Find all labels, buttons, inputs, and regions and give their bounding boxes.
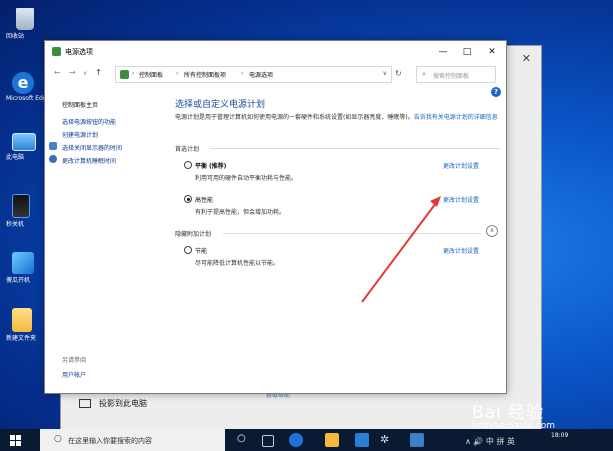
plan-desc-high-performance: 有利于提高性能，但会增加功耗。 — [195, 209, 286, 216]
learn-more-link[interactable]: 告诉我有关电源计划的详细信息 — [414, 114, 498, 121]
watermark-brand: Bai 经验 — [472, 403, 545, 423]
back-arrow-icon[interactable]: ← — [54, 68, 61, 77]
plan-name-power-saver: 节能 — [195, 248, 208, 255]
up-arrow-icon[interactable]: ↑ — [95, 68, 102, 77]
desktop-icon-label: 傻瓜开机 — [6, 277, 31, 284]
desktop-icon-app[interactable]: 傻瓜开机 — [6, 252, 46, 284]
file-explorer-icon[interactable] — [325, 433, 339, 447]
plan-radio-high-performance[interactable] — [184, 195, 192, 203]
user-accounts-link[interactable]: 用户帐户 — [62, 370, 86, 379]
page-title: 选择或自定义电源计划 — [175, 100, 266, 110]
search-icon: ⌕ — [422, 70, 426, 78]
close-button[interactable]: ✕ — [480, 45, 504, 59]
change-plan-settings-link[interactable]: 更改计划设置 — [443, 195, 479, 204]
close-icon[interactable]: ✕ — [522, 52, 531, 65]
see-also-heading: 另请参阅 — [62, 357, 87, 364]
edge-icon[interactable] — [289, 433, 303, 447]
moon-icon — [49, 155, 57, 163]
desktop-icon-label: 秒关机 — [6, 221, 25, 228]
desktop-icon-label: 新建文件夹 — [6, 335, 37, 342]
project-to-pc-label: 投影到此电脑 — [99, 399, 147, 408]
watermark: Bai 经验 jingyan.baidu.com — [472, 398, 555, 431]
sidebar: 控制面板主页 选择电源按钮的功能 创建电源计划 选择关闭显示器的时间 更改计算机… — [45, 85, 165, 393]
sidebar-item-home[interactable]: 控制面板主页 — [62, 100, 98, 109]
address-bar: ← → ∨ ↑ › 控制面板 › 所有控制面板项 › 电源选项 ∨ ↻ ⌕ 搜索… — [45, 63, 506, 85]
description-text: 电源计划是用于管理计算机如何使用电源的一套硬件和系统设置(如显示器亮度、睡眠等)… — [175, 114, 414, 121]
breadcrumb-item[interactable]: 电源选项 — [249, 70, 273, 79]
sidebar-item-power-button[interactable]: 选择电源按钮的功能 — [62, 117, 116, 126]
change-plan-settings-link[interactable]: 更改计划设置 — [443, 246, 479, 255]
desktop-icon-folder[interactable]: 新建文件夹 — [6, 308, 46, 342]
project-to-pc-item[interactable]: 投影到此电脑 — [79, 398, 147, 409]
desktop-icon-label: 此电脑 — [6, 154, 25, 161]
power-options-icon — [52, 47, 61, 56]
search-placeholder: 搜索控制面板 — [433, 73, 470, 80]
folder-icon — [12, 308, 32, 332]
refresh-icon[interactable]: ↻ — [395, 69, 402, 78]
maximize-button[interactable]: □ — [455, 45, 479, 59]
breadcrumb-item[interactable]: 所有控制面板项 — [184, 70, 226, 79]
system-tray[interactable]: ∧ 🔊 中 拼 英 — [465, 436, 515, 447]
chevron-down-icon[interactable]: ∨ — [383, 70, 387, 77]
divider — [223, 233, 481, 234]
search-icon: ○ — [54, 434, 62, 444]
desktop-icon-edge[interactable]: e Microsoft Edge — [6, 72, 46, 102]
desktop-icon-recycle-bin[interactable]: 回收站 — [6, 8, 46, 40]
change-plan-settings-link[interactable]: 更改计划设置 — [443, 161, 479, 170]
preferred-plans-heading: 首选计划 — [175, 146, 200, 153]
task-view-icon[interactable] — [262, 435, 274, 447]
monitor-icon — [79, 399, 91, 408]
sidebar-item-sleep[interactable]: 更改计算机睡眠时间 — [62, 156, 116, 165]
app-icon — [12, 252, 34, 274]
plan-radio-power-saver[interactable] — [184, 246, 192, 254]
title-bar[interactable]: 电源选项 — □ ✕ — [45, 41, 506, 63]
divider — [210, 148, 500, 149]
windows-start-icon[interactable] — [10, 435, 21, 446]
help-icon[interactable]: ? — [491, 87, 501, 97]
plan-name-balanced: 平衡 (推荐) — [195, 163, 227, 170]
gear-icon[interactable]: ✲ — [380, 433, 394, 447]
page-description: 电源计划是用于管理计算机如何使用电源的一套硬件和系统设置(如显示器亮度、睡眠等)… — [175, 113, 505, 122]
plan-name-high-performance: 高性能 — [195, 197, 214, 204]
control-panel-icon — [120, 70, 129, 79]
pc-icon — [12, 133, 36, 151]
sidebar-item-display-off[interactable]: 选择关闭显示器的时间 — [62, 143, 122, 152]
app-icon — [12, 194, 30, 218]
edge-icon: e — [12, 72, 34, 94]
plan-desc-balanced: 利用可用的硬件自动平衡功耗与性能。 — [195, 175, 298, 182]
plan-desc-power-saver: 尽可能降低计算机性能以节能。 — [195, 260, 280, 267]
sidebar-item-create-plan[interactable]: 创建电源计划 — [62, 130, 98, 139]
taskbar-search-placeholder: 在这里输入你要搜索的内容 — [68, 437, 152, 445]
forward-arrow-icon[interactable]: → — [69, 68, 76, 77]
plan-radio-balanced[interactable] — [184, 161, 192, 169]
desktop-icon-pc[interactable]: 此电脑 — [6, 133, 46, 161]
breadcrumb[interactable]: › 控制面板 › 所有控制面板项 › 电源选项 ∨ — [115, 66, 392, 83]
window-title: 电源选项 — [65, 48, 93, 56]
store-icon[interactable] — [355, 433, 369, 447]
clock[interactable]: 18:09 — [551, 432, 568, 440]
recycle-bin-icon — [16, 8, 34, 30]
hidden-plans-heading: 隐藏附加计划 — [175, 231, 212, 238]
taskbar: ○ 在这里输入你要搜索的内容 ○ ✲ ∧ 🔊 中 拼 英 18:09 — [0, 429, 613, 451]
cortana-icon[interactable]: ○ — [237, 433, 251, 447]
search-input[interactable]: ⌕ 搜索控制面板 — [416, 66, 496, 83]
taskbar-search-box[interactable]: ○ 在这里输入你要搜索的内容 — [40, 429, 225, 451]
control-panel-taskbar-icon[interactable] — [410, 433, 424, 447]
desktop-icon-shutdown[interactable]: 秒关机 — [6, 194, 46, 228]
chevron-up-icon[interactable]: ∧ — [486, 225, 498, 237]
desktop-icon-label: 回收站 — [6, 33, 25, 40]
minimize-button[interactable]: — — [431, 45, 455, 59]
power-options-window[interactable]: 电源选项 — □ ✕ ← → ∨ ↑ › 控制面板 › 所有控制面板项 › 电源… — [44, 40, 507, 394]
monitor-icon — [49, 142, 57, 150]
desktop-icon-label: Microsoft Edge — [6, 95, 46, 102]
chevron-down-icon[interactable]: ∨ — [83, 70, 87, 77]
breadcrumb-item[interactable]: 控制面板 — [139, 70, 163, 79]
